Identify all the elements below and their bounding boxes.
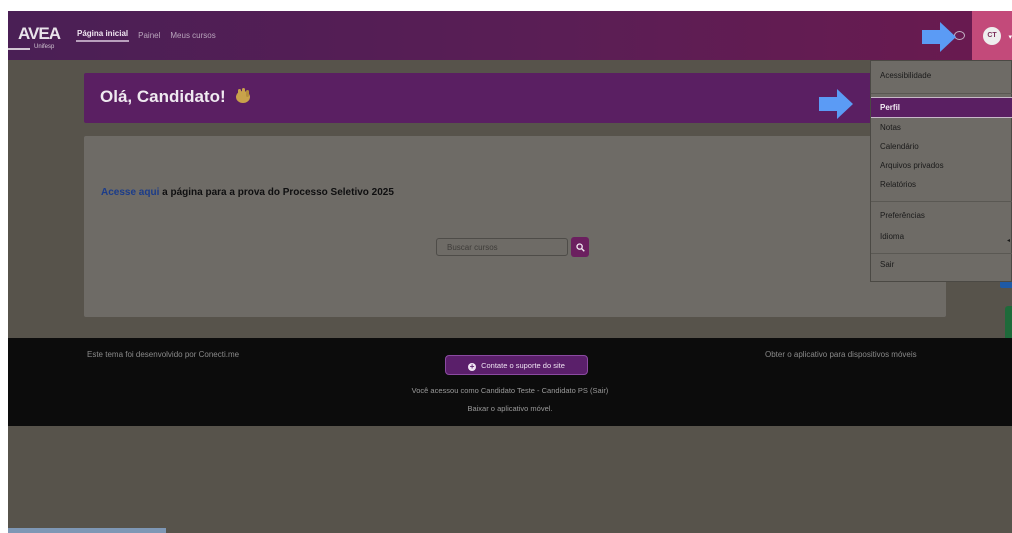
page-bottom-area: [8, 426, 1012, 533]
download-app-link[interactable]: Baixar o aplicativo móvel.: [8, 404, 1012, 413]
exam-access-sentence: a página para a prova do Processo Seleti…: [159, 187, 394, 198]
menu-item-logout[interactable]: Sair: [880, 260, 894, 269]
pointer-arrow-icon: [819, 89, 853, 119]
search-input[interactable]: Buscar cursos: [436, 238, 568, 256]
contact-support-button[interactable]: + Contate o suporte do site: [445, 355, 588, 375]
mobile-app-link[interactable]: Obter o aplicativo para dispositivos móv…: [765, 350, 917, 359]
menu-item-preferences[interactable]: Preferências: [880, 211, 925, 220]
menu-divider: [871, 253, 1012, 254]
welcome-banner: Olá, Candidato!: [84, 73, 946, 123]
window-left-edge: [0, 0, 8, 533]
exam-access-text: Acesse aqui a página para a prova do Pro…: [101, 187, 394, 198]
nav-my-courses[interactable]: Meus cursos: [169, 31, 216, 40]
page-title: Olá, Candidato!: [100, 87, 252, 107]
waving-hand-icon: [234, 88, 252, 104]
nav-dashboard[interactable]: Painel: [137, 31, 161, 40]
chevron-down-icon[interactable]: ▾: [1008, 33, 1012, 41]
logged-in-info: Você acessou como Candidato Teste - Cand…: [411, 386, 609, 395]
exam-access-link[interactable]: Acesse aqui: [101, 187, 159, 198]
plus-circle-icon: +: [468, 362, 477, 371]
user-dropdown-menu: Acessibilidade Perfil Notas Calendário A…: [870, 60, 1012, 282]
user-menu-toggle[interactable]: CT ▾: [972, 11, 1012, 60]
menu-item-accessibility[interactable]: Acessibilidade: [880, 71, 931, 80]
nav-home[interactable]: Página inicial: [76, 29, 130, 42]
menu-item-calendar[interactable]: Calendário: [880, 142, 919, 151]
search-icon: [576, 243, 585, 252]
main-card: Acesse aqui a página para a prova do Pro…: [84, 136, 946, 317]
menu-divider: [871, 93, 1012, 94]
logo-subtitle: Unifesp: [34, 44, 55, 50]
page-footer: Este tema foi desenvolvido por Conecti.m…: [8, 338, 1012, 426]
avatar[interactable]: CT: [983, 27, 1001, 45]
primary-navigation: Página inicial Painel Meus cursos: [76, 11, 217, 60]
menu-item-private-files[interactable]: Arquivos privados: [880, 161, 944, 170]
theme-credit: Este tema foi desenvolvido por Conecti.m…: [87, 350, 240, 359]
menu-item-grades[interactable]: Notas: [880, 123, 901, 132]
bottom-status-strip: [8, 528, 166, 533]
window-top-edge: [0, 0, 1012, 11]
menu-divider: [871, 201, 1012, 202]
menu-item-language[interactable]: Idioma: [880, 232, 904, 241]
pointer-arrow-icon: [922, 22, 956, 52]
search-button[interactable]: [571, 237, 589, 257]
site-logo[interactable]: AVEA: [18, 24, 61, 44]
logo-underline: [8, 48, 30, 50]
menu-item-profile[interactable]: Perfil: [871, 97, 1012, 118]
top-navbar: AVEA Unifesp Página inicial Painel Meus …: [8, 11, 1012, 60]
menu-item-reports[interactable]: Relatórios: [880, 180, 916, 189]
chevron-right-icon: ◂: [1006, 238, 1010, 244]
